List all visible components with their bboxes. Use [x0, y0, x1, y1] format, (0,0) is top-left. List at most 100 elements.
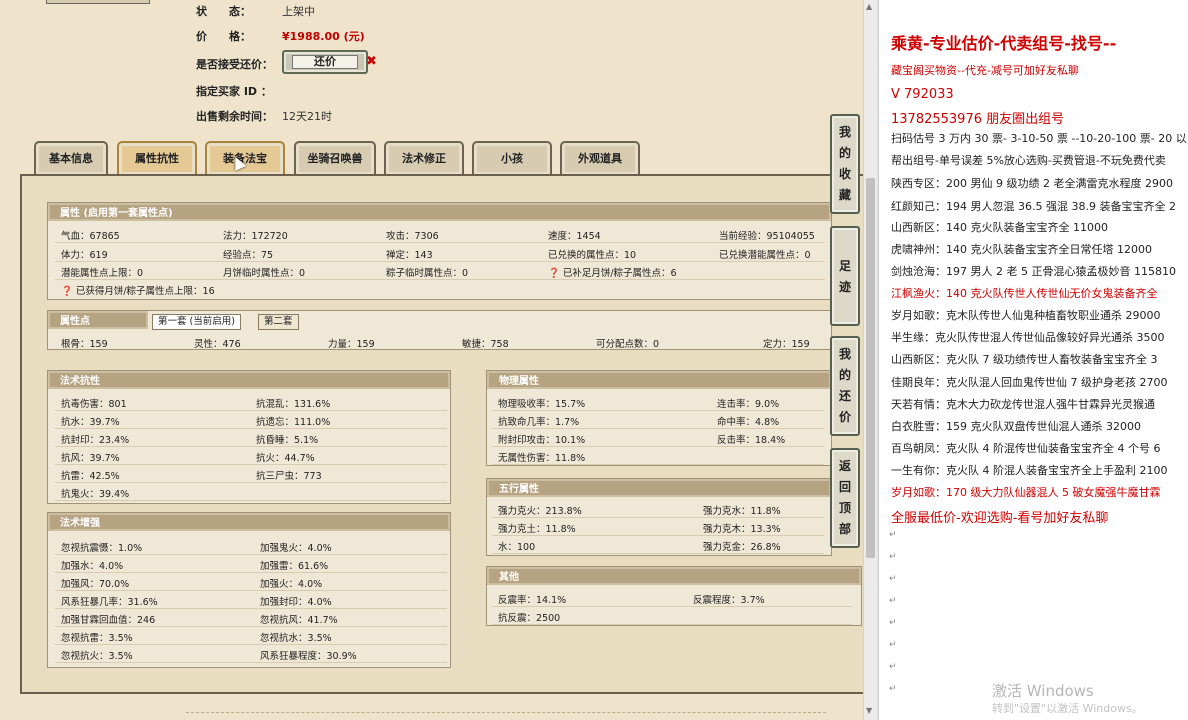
physical-cell: 物理吸收率：15.7%: [498, 399, 586, 410]
paragraph-mark-icon: ↵: [889, 684, 897, 694]
divider: [492, 535, 824, 536]
scroll-up-icon[interactable]: ▲: [866, 2, 872, 11]
five-elements-cell: 强力克水：11.8%: [703, 506, 781, 517]
physical-cell: 抗致命几率：1.7%: [498, 417, 580, 428]
notes-line: 岁月如歌：170 级大力队仙器混人 5 破女魔强牛魔甘霖: [891, 486, 1161, 499]
scroll-thumb[interactable]: [866, 178, 875, 558]
magic-resist-cell: 抗昏睡：5.1%: [256, 435, 319, 446]
divider: [492, 464, 824, 465]
divider: [492, 624, 852, 625]
section-title: 物理属性: [487, 371, 831, 389]
section-title: 属性点: [48, 311, 148, 329]
notes-line: 江枫渔火：140 克火队传世人传世仙无价女鬼装备齐全: [891, 287, 1158, 300]
notes-line: 山西新区：克火队 7 级功绩传世人畜牧装备宝宝齐全 3: [891, 353, 1158, 366]
other-cell: 反震程度：3.7%: [693, 595, 765, 606]
vertical-scrollbar[interactable]: ▲ ▼: [863, 0, 877, 720]
attr-meditation: 禅定：143: [386, 250, 433, 261]
magic-boost-cell: 风系狂暴程度：30.9%: [260, 651, 357, 662]
paragraph-mark-icon: ↵: [889, 574, 897, 584]
divider: [55, 644, 447, 645]
divider: [492, 553, 824, 554]
attr-hp: 气血：67865: [61, 231, 120, 242]
tab-appearance[interactable]: 外观道具: [560, 141, 640, 175]
tab-equipment[interactable]: 装备法宝: [205, 141, 285, 175]
other-cell: 反震率：14.1%: [498, 595, 567, 606]
divider: [55, 626, 447, 627]
magic-resist-cell: 抗混乱：131.6%: [256, 399, 331, 410]
divider: [186, 712, 826, 713]
history-button[interactable]: 足 迹: [830, 226, 860, 326]
attr-stamina: 体力：619: [61, 250, 108, 261]
paragraph-mark-icon: ↵: [889, 640, 897, 650]
divider: [55, 482, 447, 483]
windows-activation-hint: 转到"设置"以激活 Windows。: [992, 702, 1143, 715]
magic-resist-cell: 抗雷：42.5%: [61, 471, 120, 482]
magic-boost-cell: 加强封印：4.0%: [260, 597, 332, 608]
tab-attributes[interactable]: 属性抗性: [117, 141, 197, 175]
divider: [55, 261, 825, 262]
divider: [55, 464, 447, 465]
magic-resist-cell: 抗三尸虫：773: [256, 471, 322, 482]
magic-boost-cell: 加强甘霖回血值：246: [61, 615, 156, 626]
attr-exp-points: 经验点：75: [223, 250, 274, 261]
attr-attack: 攻击：7306: [386, 231, 439, 242]
back-to-top-button[interactable]: 返 回 顶 部: [830, 448, 860, 548]
attr-agility: 敏捷：758: [462, 339, 509, 350]
notes-line: 岁月如歌：克木队传世人仙鬼种植畜牧职业通杀 29000: [891, 309, 1161, 322]
tab-spell-correction[interactable]: 法术修正: [384, 141, 464, 175]
attr-free-points: 可分配点数：0: [596, 339, 660, 350]
physical-cell: 命中率：4.8%: [717, 417, 780, 428]
divider: [55, 242, 825, 243]
listing-page: 状 态： 上架中 价 格： ¥1988.00 (元) 是否接受还价： 还价 ✖ …: [0, 0, 870, 720]
my-favorites-button[interactable]: 我 的 收 藏: [830, 114, 860, 214]
physical-cell: 附封印攻击：10.1%: [498, 435, 586, 446]
scroll-down-icon[interactable]: ▼: [866, 706, 872, 715]
divider: [492, 517, 824, 518]
counter-offer-button[interactable]: 还价: [282, 50, 368, 74]
buyer-row: 指定买家 ID ：: [196, 85, 272, 98]
paragraph-mark-icon: ↵: [889, 552, 897, 562]
magic-boost-cell: 忽视抗水：3.5%: [260, 633, 332, 644]
notes-document: 乘黄-专业估价-代卖组号-找号-- 藏宝阁买物资--代充-减号可加好友私聊 V 7…: [878, 0, 1188, 720]
magic-boost-cell: 忽视抗风：41.7%: [260, 615, 338, 626]
attr-potential-cap: 潜能属性点上限：0: [61, 268, 144, 279]
physical-cell: 无属性伤害：11.8%: [498, 453, 586, 464]
notes-line: 扫码估号 3 万内 30 票- 3-10-50 票 --10-20-100 票-…: [891, 132, 1187, 145]
tab-attr-set-1[interactable]: 第一套 (当前启用): [152, 314, 241, 330]
tab-mounts-pets[interactable]: 坐骑召唤兽: [294, 141, 376, 175]
notes-line: 天若有情：克木大力砍龙传世混人强牛甘霖异光灵猴通: [891, 398, 1155, 411]
windows-activation-watermark: 激活 Windows: [992, 682, 1094, 700]
notes-line: 全服最低价-欢迎选购-看号加好友私聊: [891, 511, 1109, 526]
magic-resist-cell: 抗风：39.7%: [61, 453, 120, 464]
five-elements-cell: 强力克金：26.8%: [703, 542, 781, 553]
notes-line: 百鸟朝凤：克火队 4 阶混传世仙装备宝宝齐全 4 个号 6: [891, 442, 1161, 455]
five-elements-cell: 强力克火：213.8%: [498, 506, 582, 517]
magic-resist-cell: 抗遗忘：111.0%: [256, 417, 331, 428]
five-elements-cell: 强力克土：11.8%: [498, 524, 576, 535]
notes-line: V 792033: [891, 87, 954, 102]
attr-note: ❓ 已获得月饼/粽子属性点上限：16: [61, 286, 215, 297]
section-title: 法术增强: [48, 513, 450, 531]
notes-line: 帮出组号-单号误差 5%放心选购-买费管退-不玩免费代卖: [891, 154, 1166, 167]
attr-spirit: 灵性：476: [194, 339, 241, 350]
close-icon: ✖: [366, 54, 377, 69]
section-title: 属性 (启用第一套属性点): [48, 203, 831, 221]
notes-line: 山西新区：140 克火队装备宝宝齐全 11000: [891, 221, 1108, 234]
notes-line: 13782553976 朋友圈出组号: [891, 112, 1065, 127]
paragraph-mark-icon: ↵: [889, 618, 897, 628]
paragraph-mark-icon: ↵: [889, 662, 897, 672]
top-image-frame: [46, 0, 150, 4]
notes-line: 红颜知己：194 男人忽混 36.5 强混 38.9 装备宝宝齐全 2: [891, 200, 1176, 213]
section-title: 其他: [487, 567, 861, 585]
remaining-time-row: 出售剩余时间： 12天21时: [196, 110, 332, 123]
tab-basic-info[interactable]: 基本信息: [34, 141, 108, 175]
magic-boost-cell: 忽视抗火：3.5%: [61, 651, 133, 662]
notes-line: 虎啸神州：140 克火队装备宝宝齐全日常任塔 12000: [891, 243, 1152, 256]
my-offers-button[interactable]: 我 的 还 价: [830, 336, 860, 436]
tab-child[interactable]: 小孩: [472, 141, 552, 175]
paragraph-mark-icon: ↵: [889, 530, 897, 540]
magic-boost-cell: 忽视抗震慑：1.0%: [61, 543, 143, 554]
attr-filled: ❓ 已补足月饼/粽子属性点：6: [548, 268, 677, 279]
physical-cell: 连击率：9.0%: [717, 399, 780, 410]
tab-attr-set-2[interactable]: 第二套: [258, 314, 299, 330]
